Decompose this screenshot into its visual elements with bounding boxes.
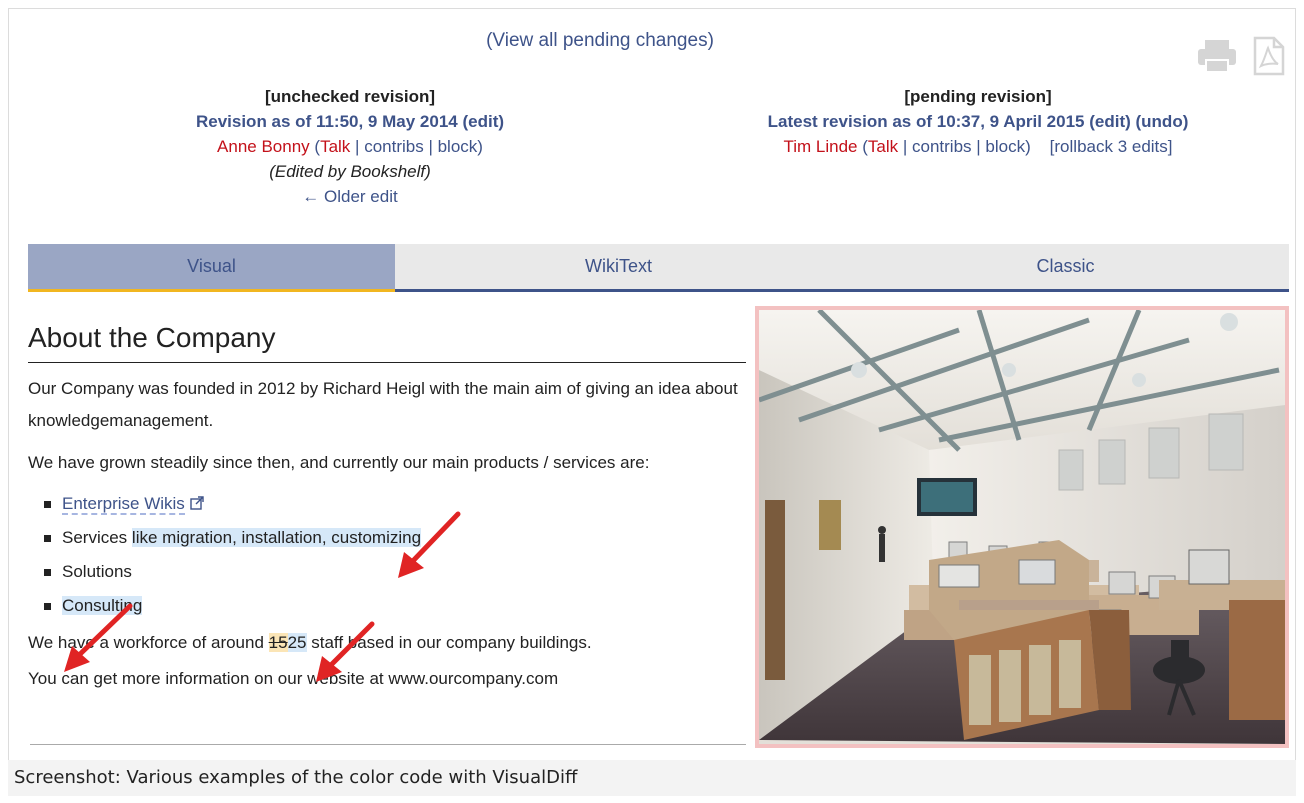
paragraph-text: We have a workforce of around — [28, 633, 269, 652]
new-revision-block-link[interactable]: block — [985, 137, 1025, 156]
tab-classic[interactable]: Classic — [842, 244, 1289, 289]
office-photo — [755, 306, 1289, 748]
new-revision-title-line: Latest revision as of 10:37, 9 April 201… — [668, 109, 1288, 134]
old-revision-edit-link[interactable]: (edit) — [462, 112, 504, 131]
old-revision-edited-by: (Edited by Bookshelf) — [269, 162, 431, 181]
old-revision-link[interactable]: Revision as of 11:50, 9 May 2014 — [196, 112, 458, 131]
new-revision-talk-link[interactable]: Talk — [868, 137, 898, 156]
list-item: Enterprise Wikis — [42, 487, 746, 521]
toolbar-tools — [1196, 36, 1286, 76]
old-revision-contribs-link[interactable]: contribs — [364, 137, 424, 156]
tab-visual[interactable]: Visual — [28, 244, 395, 292]
pdf-icon[interactable] — [1252, 36, 1286, 76]
old-revision-status: [unchecked revision] — [264, 87, 436, 106]
screenshot-caption: Screenshot: Various examples of the colo… — [8, 760, 1296, 796]
article-heading: About the Company — [28, 318, 746, 363]
new-revision-edit-link[interactable]: (edit) — [1089, 112, 1131, 131]
external-link-icon — [189, 494, 204, 513]
content-divider — [30, 744, 746, 745]
new-revision-contribs-link[interactable]: contribs — [912, 137, 972, 156]
list-item-text: Services — [62, 528, 132, 547]
new-revision-status: [pending revision] — [904, 87, 1052, 106]
paragraph-text: staff based in our company buildings. — [306, 633, 592, 652]
list-item: Consulting — [42, 589, 746, 623]
article-paragraph: We have grown steadily since then, and c… — [28, 453, 650, 472]
old-revision-block-link[interactable]: block — [438, 137, 478, 156]
old-revision-talk-link[interactable]: Talk — [320, 137, 350, 156]
view-pending-changes-link[interactable]: (View all pending changes) — [350, 30, 850, 52]
article-content: About the Company Our Company was founde… — [28, 318, 746, 695]
diff-view-tabs: Visual WikiText Classic — [28, 244, 1289, 292]
new-revision-info: [pending revision] Latest revision as of… — [668, 84, 1288, 159]
new-revision-user-link[interactable]: Tim Linde — [783, 137, 857, 156]
old-revision-info: [unchecked revision] Revision as of 11:5… — [80, 84, 620, 209]
new-revision-link[interactable]: Latest revision as of 10:37, 9 April 201… — [768, 112, 1085, 131]
article-paragraph: You can get more information on our webs… — [28, 669, 559, 688]
new-revision-undo-link[interactable]: (undo) — [1136, 112, 1189, 131]
list-item: Services like migration, installation, c… — [42, 521, 746, 555]
added-text-highlight: like migration, installation, customizin… — [131, 528, 422, 547]
old-revision-title-line: Revision as of 11:50, 9 May 2014 (edit) — [80, 109, 620, 134]
list-item-text: Solutions — [62, 562, 132, 581]
deleted-text-highlight: 15 — [268, 633, 288, 652]
print-icon[interactable] — [1196, 38, 1238, 74]
products-list: Enterprise Wikis Services like migration… — [28, 487, 746, 623]
older-edit-link[interactable]: ← Older edit — [80, 184, 620, 209]
tab-wikitext[interactable]: WikiText — [395, 244, 842, 289]
article-paragraph: We have a workforce of around 1525 staff… — [28, 627, 746, 659]
old-revision-user-line: Anne Bonny (Talk | contribs | block) — [217, 137, 483, 156]
list-item: Solutions — [42, 555, 746, 589]
rollback-link[interactable]: [rollback 3 edits] — [1050, 137, 1173, 156]
added-text-highlight: Consulting — [62, 596, 143, 615]
added-text-highlight: 25 — [287, 633, 307, 652]
enterprise-wikis-link[interactable]: Enterprise Wikis — [62, 494, 185, 515]
article-paragraph: Our Company was founded in 2012 by Richa… — [28, 379, 738, 430]
new-revision-user-line: Tim Linde (Talk | contribs | block) [rol… — [783, 137, 1173, 156]
old-revision-user-link[interactable]: Anne Bonny — [217, 137, 310, 156]
